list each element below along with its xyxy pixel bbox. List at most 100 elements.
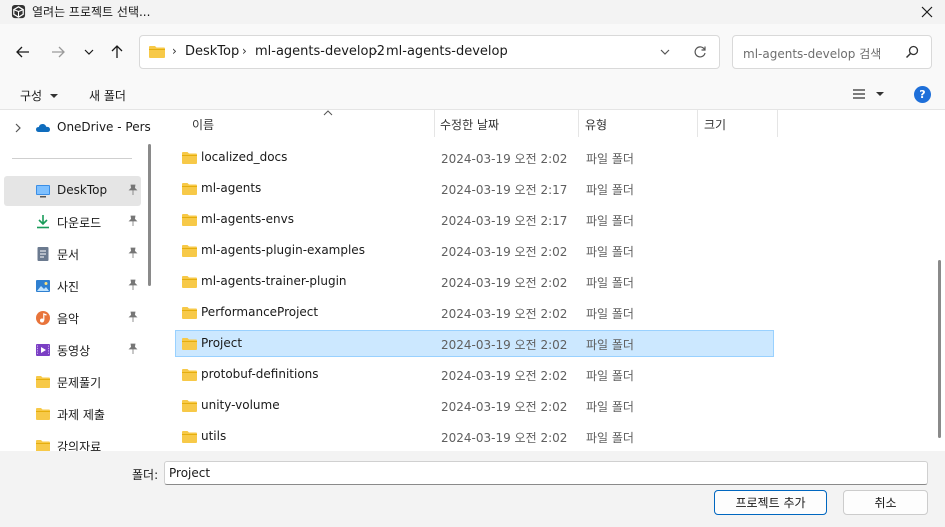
file-row[interactable]: utils 2024-03-19 오전 2:02 파일 폴더 — [175, 423, 774, 450]
folder-field-label: 폴더: — [132, 468, 159, 482]
file-date: 2024-03-19 오전 2:02 — [441, 152, 568, 166]
close-icon — [921, 6, 933, 18]
file-row[interactable]: PerformanceProject 2024-03-19 오전 2:02 파일 폴… — [175, 299, 774, 326]
recent-locations-button[interactable] — [79, 42, 99, 62]
address-bar[interactable]: › DeskTop › ml-agents-develop2 › ml-agen… — [139, 35, 720, 69]
picture-icon — [36, 280, 50, 292]
column-header-size[interactable]: 크기 — [697, 110, 779, 137]
column-divider[interactable] — [777, 110, 778, 137]
folder-icon — [36, 376, 50, 388]
file-type: 파일 폴더 — [586, 152, 634, 166]
file-date: 2024-03-19 오전 2:02 — [441, 245, 568, 259]
file-row[interactable]: ml-agents 2024-03-19 오전 2:17 파일 폴더 — [175, 175, 774, 202]
file-date: 2024-03-19 오전 2:02 — [441, 276, 568, 290]
folder-icon — [182, 307, 197, 319]
chevron-down-icon[interactable] — [659, 46, 671, 58]
refresh-icon[interactable] — [693, 45, 707, 59]
breadcrumb-ml-agents-develop[interactable]: ml-agents-develop — [386, 44, 508, 59]
folder-icon — [182, 276, 197, 288]
sidebar-item-label: 과제 제출 — [57, 408, 105, 422]
help-button[interactable]: ? — [914, 86, 931, 103]
file-date: 2024-03-19 오전 2:02 — [441, 369, 568, 383]
file-name: unity-volume — [201, 398, 280, 412]
breadcrumb-ml-agents-develop2[interactable]: ml-agents-develop2 — [255, 44, 385, 59]
file-list-scrollbar[interactable] — [938, 260, 941, 438]
organize-button[interactable]: 구성 — [20, 87, 59, 104]
folder-name-input[interactable] — [164, 461, 928, 485]
sidebar-item-videos[interactable]: 동영상 — [4, 335, 141, 365]
arrow-up-icon — [111, 45, 123, 58]
file-row[interactable]: ml-agents-plugin-examples 2024-03-19 오전 2… — [175, 237, 774, 264]
folder-icon — [182, 369, 197, 381]
unity-app-icon — [11, 4, 26, 19]
file-type: 파일 폴더 — [586, 400, 634, 414]
sidebar-item-downloads[interactable]: 다운로드 — [4, 207, 141, 237]
folder-icon — [182, 152, 197, 164]
sidebar-item-desktop[interactable]: DeskTop — [4, 176, 141, 206]
breadcrumb-separator-icon: › — [172, 44, 177, 58]
view-options-button[interactable] — [852, 87, 888, 104]
search-box[interactable]: ml-agents-develop 검색 — [732, 35, 932, 69]
sidebar-item-onedrive[interactable]: OneDrive - Pers — [4, 113, 151, 143]
folder-icon — [182, 183, 197, 195]
file-date: 2024-03-19 오전 2:17 — [441, 183, 568, 197]
sidebar-scrollbar[interactable] — [148, 144, 151, 286]
sidebar-item-lecture-materials[interactable]: 강의자료 — [4, 431, 141, 451]
file-row[interactable]: Project 2024-03-19 오전 2:02 파일 폴더 — [175, 330, 774, 357]
sidebar-item-label: 강의자료 — [57, 440, 102, 451]
file-name: localized_docs — [201, 150, 288, 164]
sidebar-item-problem-solving[interactable]: 문제풀기 — [4, 367, 141, 397]
arrow-left-icon — [16, 46, 29, 58]
file-type: 파일 폴더 — [586, 431, 634, 445]
up-button[interactable] — [107, 42, 127, 62]
chevron-right-icon[interactable] — [14, 123, 22, 133]
file-row[interactable]: unity-volume 2024-03-19 오전 2:02 파일 폴더 — [175, 392, 774, 419]
file-date: 2024-03-19 오전 2:02 — [441, 400, 568, 414]
file-list: 이름 수정한 날짜 유형 크기 localized_docs 2024-03-19… — [157, 110, 945, 451]
sidebar-item-pictures[interactable]: 사진 — [4, 271, 141, 301]
add-project-button[interactable]: 프로젝트 추가 — [714, 490, 827, 515]
cancel-button[interactable]: 취소 — [843, 490, 928, 515]
column-header-name[interactable]: 이름 — [175, 110, 435, 137]
video-icon — [36, 344, 50, 356]
sidebar-item-assignment-submission[interactable]: 과제 제출 — [4, 399, 141, 429]
column-header-label: 크기 — [704, 118, 727, 132]
close-button[interactable] — [909, 0, 945, 24]
folder-icon — [36, 408, 50, 420]
file-type: 파일 폴더 — [586, 214, 634, 228]
file-row[interactable]: protobuf-definitions 2024-03-19 오전 2:02 파일… — [175, 361, 774, 388]
breadcrumb-desktop[interactable]: DeskTop — [185, 44, 239, 59]
search-icon — [905, 45, 919, 59]
file-name: ml-agents — [201, 181, 262, 195]
sidebar-item-music[interactable]: 음악 — [4, 303, 141, 333]
pin-icon — [128, 247, 138, 258]
sidebar-item-label: 음악 — [57, 312, 80, 326]
file-row[interactable]: ml-agents-trainer-plugin 2024-03-19 오전 2:… — [175, 268, 774, 295]
music-icon — [36, 311, 50, 325]
sidebar-divider — [12, 158, 132, 159]
column-header-type[interactable]: 유형 — [578, 110, 698, 137]
file-row[interactable]: ml-agents-envs 2024-03-19 오전 2:17 파일 폴더 — [175, 206, 774, 233]
arrow-right-icon — [52, 46, 65, 58]
cloud-icon — [36, 124, 50, 132]
document-icon — [37, 247, 49, 261]
back-button[interactable] — [13, 42, 33, 62]
forward-button[interactable] — [48, 42, 68, 62]
sidebar-item-label: 문제풀기 — [57, 376, 102, 390]
file-type: 파일 폴더 — [586, 307, 634, 321]
window-title: 열려는 프로젝트 선택... — [32, 5, 151, 19]
desktop-icon — [36, 185, 50, 198]
sidebar-item-documents[interactable]: 문서 — [4, 239, 141, 269]
file-type: 파일 폴더 — [586, 338, 634, 352]
sidebar-item-label: 다운로드 — [57, 216, 102, 230]
new-folder-button[interactable]: 새 폴더 — [89, 87, 126, 104]
file-row[interactable]: localized_docs 2024-03-19 오전 2:02 파일 폴더 — [175, 144, 774, 171]
column-header-label: 유형 — [585, 118, 608, 132]
pin-icon — [128, 311, 138, 322]
file-name: PerformanceProject — [201, 305, 319, 319]
column-header-date[interactable]: 수정한 날짜 — [434, 110, 579, 137]
search-input[interactable]: ml-agents-develop 검색 — [743, 45, 881, 62]
file-name: ml-agents-envs — [201, 212, 294, 226]
breadcrumb-separator-icon: › — [373, 44, 378, 58]
file-name: utils — [201, 429, 227, 443]
